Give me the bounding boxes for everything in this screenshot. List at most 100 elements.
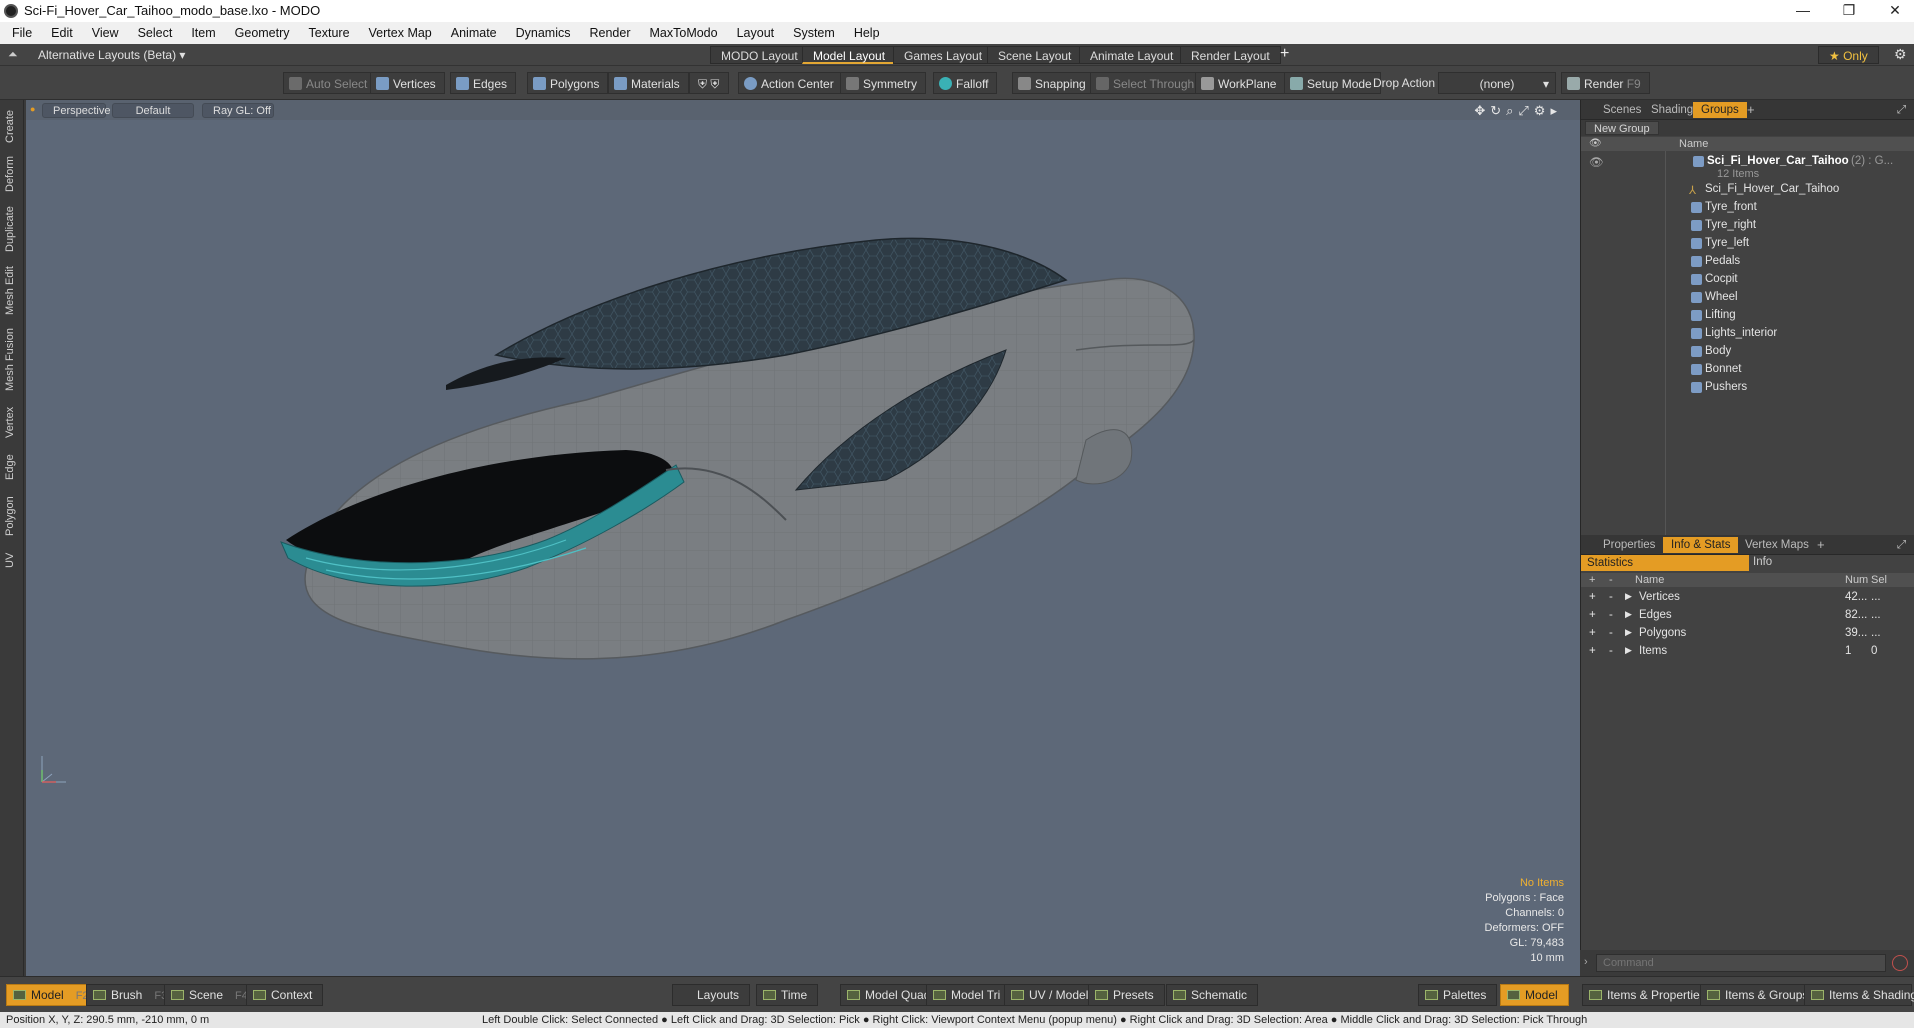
tree-row-item[interactable]: Body	[1581, 343, 1914, 361]
tree-row-item[interactable]: Pedals	[1581, 253, 1914, 271]
tab-mesh-fusion[interactable]: Mesh Fusion	[4, 326, 20, 394]
view-type-button[interactable]: Perspective	[42, 103, 110, 118]
add-icon[interactable]: +	[1589, 645, 1596, 657]
tree-row-item[interactable]: Tyre_left	[1581, 235, 1914, 253]
tab-animate-layout[interactable]: Animate Layout	[1079, 46, 1185, 64]
gear-icon[interactable]: ⚙	[1894, 46, 1907, 63]
tree-row-item[interactable]: ⅄ Sci_Fi_Hover_Car_Taihoo	[1581, 181, 1914, 199]
menu-render[interactable]: Render	[590, 26, 631, 40]
tab-games-layout[interactable]: Games Layout	[893, 46, 994, 64]
viewport-menu-icon[interactable]: ●	[30, 104, 35, 114]
menu-select[interactable]: Select	[138, 26, 173, 40]
scene-mode-button[interactable]: Scene F4	[164, 984, 259, 1006]
restore-icon[interactable]: ❐	[1826, 0, 1872, 22]
uv-model-button[interactable]: UV / Model	[1004, 984, 1100, 1006]
auto-select-button[interactable]: Auto Select	[283, 72, 377, 94]
polygons-button[interactable]: Polygons	[527, 72, 609, 94]
tab-render-layout[interactable]: Render Layout	[1180, 46, 1281, 64]
menu-layout[interactable]: Layout	[737, 26, 775, 40]
only-toggle[interactable]: ★ Only	[1818, 46, 1879, 64]
stat-row-edges[interactable]: + - ▶ Edges 82......	[1581, 607, 1914, 625]
menu-geometry[interactable]: Geometry	[235, 26, 290, 40]
command-input[interactable]	[1596, 954, 1886, 972]
tree-row-item[interactable]: Lights_interior	[1581, 325, 1914, 343]
tab-statistics[interactable]: Statistics	[1581, 555, 1749, 571]
3d-viewport[interactable]: ● Perspective Default Ray GL: Off ✥↻⌕⤢⚙▸…	[26, 100, 1580, 976]
remove-icon[interactable]: -	[1609, 591, 1613, 603]
menu-help[interactable]: Help	[854, 26, 880, 40]
action-center-button[interactable]: Action Center	[738, 72, 843, 94]
tab-duplicate[interactable]: Duplicate	[4, 202, 20, 256]
tab-uv[interactable]: UV	[4, 548, 20, 572]
menu-maxtomodo[interactable]: MaxToModo	[650, 26, 718, 40]
collapse-all-icon[interactable]: -	[1609, 574, 1613, 586]
workplane-button[interactable]: WorkPlane	[1195, 72, 1286, 94]
tree-row-item[interactable]: Cocpit	[1581, 271, 1914, 289]
tab-deform[interactable]: Deform	[4, 154, 20, 194]
tab-model-layout[interactable]: Model Layout	[802, 46, 897, 64]
expand-arrow-icon[interactable]: ▶	[1625, 609, 1632, 620]
context-button[interactable]: Context	[246, 984, 324, 1006]
symmetry-button[interactable]: Symmetry	[840, 72, 926, 94]
menu-item[interactable]: Item	[191, 26, 215, 40]
menu-dynamics[interactable]: Dynamics	[516, 26, 571, 40]
add-icon[interactable]: +	[1589, 591, 1596, 603]
layouts-button[interactable]: Layouts	[672, 984, 750, 1006]
tab-info-stats[interactable]: Info & Stats	[1663, 537, 1739, 553]
visibility-col-icon[interactable]: 👁	[1589, 138, 1602, 149]
model-layout-button[interactable]: Model	[1500, 984, 1569, 1006]
add-tab-button[interactable]: +	[1739, 102, 1763, 118]
tab-mesh-edit[interactable]: Mesh Edit	[4, 264, 20, 318]
menu-texture[interactable]: Texture	[309, 26, 350, 40]
expand-panel-icon[interactable]: ⤢	[1889, 102, 1914, 118]
tab-create[interactable]: Create	[4, 106, 20, 146]
select-mode-icons[interactable]: ⛨ ⛨	[689, 72, 729, 94]
tab-polygon[interactable]: Polygon	[4, 492, 20, 540]
expand-all-icon[interactable]: +	[1589, 574, 1595, 586]
palettes-button[interactable]: Palettes	[1418, 984, 1498, 1006]
remove-icon[interactable]: -	[1609, 609, 1613, 621]
tab-info[interactable]: Info	[1753, 556, 1772, 568]
schematic-button[interactable]: Schematic	[1166, 984, 1259, 1006]
time-button[interactable]: Time	[756, 984, 819, 1006]
viewport-nav-icons[interactable]: ✥↻⌕⤢⚙▸	[1474, 103, 1562, 119]
stat-row-polygons[interactable]: + - ▶ Polygons 39......	[1581, 625, 1914, 643]
menu-view[interactable]: View	[92, 26, 119, 40]
new-group-button[interactable]: New Group	[1585, 121, 1659, 135]
tree-row-item[interactable]: Tyre_right	[1581, 217, 1914, 235]
expand-arrow-icon[interactable]: ▶	[1625, 645, 1632, 656]
record-icon[interactable]	[1892, 955, 1908, 971]
tree-row-item[interactable]: Pushers	[1581, 379, 1914, 397]
layouts-home-icon[interactable]: ⏶	[8, 47, 18, 62]
edges-button[interactable]: Edges	[450, 72, 517, 94]
add-icon[interactable]: +	[1589, 609, 1596, 621]
raygl-button[interactable]: Ray GL: Off	[202, 103, 274, 118]
tree-row-item[interactable]: Bonnet	[1581, 361, 1914, 379]
stat-row-vertices[interactable]: + - ▶ Vertices 42......	[1581, 589, 1914, 607]
drop-action-select[interactable]: (none) ▾	[1438, 72, 1556, 94]
tab-scene-layout[interactable]: Scene Layout	[987, 46, 1083, 64]
remove-icon[interactable]: -	[1609, 627, 1613, 639]
presets-button[interactable]: Presets	[1088, 984, 1165, 1006]
menu-edit[interactable]: Edit	[51, 26, 73, 40]
name-column[interactable]: Name	[1679, 138, 1708, 150]
menu-vertex-map[interactable]: Vertex Map	[369, 26, 432, 40]
tab-vertex-maps[interactable]: Vertex Maps	[1737, 537, 1817, 553]
render-button[interactable]: Render F9	[1561, 72, 1650, 94]
expand-panel-icon-2[interactable]: ⤢	[1889, 537, 1914, 553]
tab-properties[interactable]: Properties	[1595, 537, 1663, 553]
stat-row-items[interactable]: + - ▶ Items 1 0	[1581, 643, 1914, 661]
vertices-button[interactable]: Vertices	[370, 72, 445, 94]
alternative-layouts-dropdown[interactable]: Alternative Layouts (Beta) ▾	[38, 48, 185, 62]
falloff-button[interactable]: Falloff	[933, 72, 998, 94]
minimize-icon[interactable]: —	[1780, 0, 1826, 22]
items-properties-button[interactable]: Items & Properties	[1582, 984, 1717, 1006]
materials-button[interactable]: Materials	[608, 72, 689, 94]
menu-file[interactable]: File	[12, 26, 32, 40]
close-icon[interactable]: ✕	[1872, 0, 1914, 22]
model-tri-button[interactable]: Model Tri	[926, 984, 1012, 1006]
shading-style-button[interactable]: Default	[112, 103, 194, 118]
tab-scenes[interactable]: Scenes	[1595, 102, 1649, 118]
snapping-button[interactable]: Snapping	[1012, 72, 1095, 94]
menu-animate[interactable]: Animate	[451, 26, 497, 40]
